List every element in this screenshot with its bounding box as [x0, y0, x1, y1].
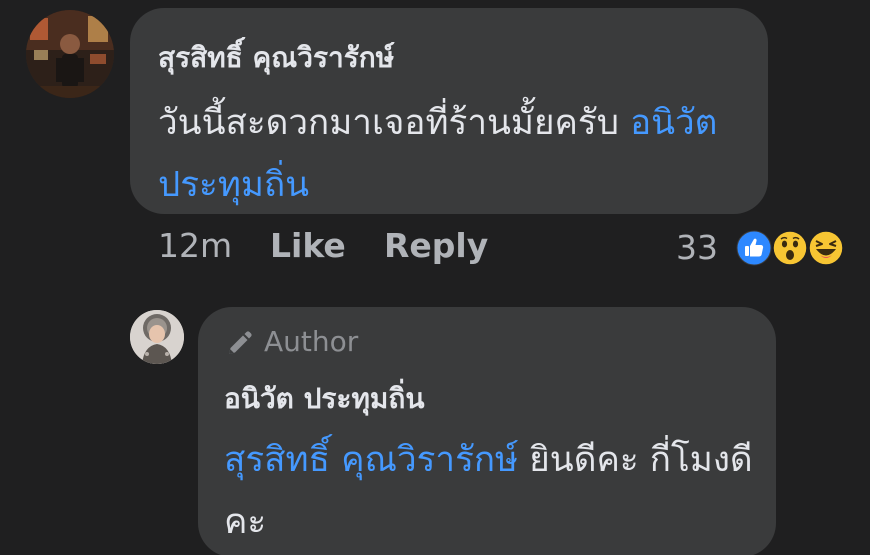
wow-icon	[772, 230, 808, 266]
comment-thread: สุรสิทธิ์ คุณวิรารักษ์ วันนี้สะดวกมาเจอท…	[0, 0, 870, 555]
commenter-avatar-image	[26, 10, 114, 98]
reply-bubble: Author อนิวัต ประทุมถิ่น สุรสิทธิ์ คุณวิ…	[198, 307, 776, 555]
reply-author-name[interactable]: อนิวัต ประทุมถิ่น	[224, 377, 424, 421]
comment-bubble: สุรสิทธิ์ คุณวิรารักษ์ วันนี้สะดวกมาเจอท…	[130, 8, 768, 214]
reaction-count: 33	[676, 228, 718, 267]
reaction-summary[interactable]: 33	[676, 226, 866, 276]
reply-button[interactable]: Reply	[384, 226, 488, 265]
reply-mention-link[interactable]: สุรสิทธิ์ คุณวิรารักษ์	[224, 440, 518, 480]
reply-text: สุรสิทธิ์ คุณวิรารักษ์ ยินดีคะ กี่โมงดีค…	[224, 429, 754, 553]
author-avatar-image	[130, 310, 184, 364]
like-icon	[736, 230, 772, 266]
like-button[interactable]: Like	[270, 226, 346, 265]
comment-timestamp[interactable]: 12m	[158, 226, 232, 265]
pencil-icon	[229, 331, 252, 354]
commenter-avatar[interactable]	[26, 10, 114, 98]
author-avatar[interactable]	[130, 310, 184, 364]
comment-text: วันนี้สะดวกมาเจอที่ร้านมั้ยครับ อนิวัต ป…	[158, 92, 748, 216]
haha-icon	[808, 230, 844, 266]
commenter-name[interactable]: สุรสิทธิ์ คุณวิรารักษ์	[158, 36, 394, 80]
comment-body: วันนี้สะดวกมาเจอที่ร้านมั้ยครับ	[158, 103, 619, 143]
author-badge-label: Author	[264, 325, 359, 358]
